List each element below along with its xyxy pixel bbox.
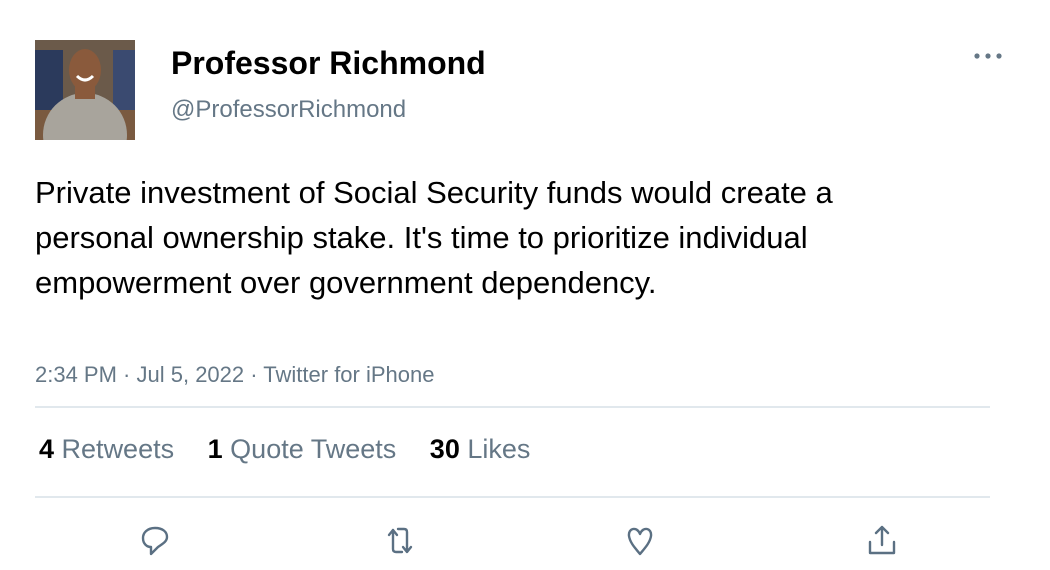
- quote-tweets-stat[interactable]: 1 Quote Tweets: [208, 434, 423, 464]
- separator: ·: [116, 362, 137, 387]
- stat-count: 30: [429, 434, 460, 464]
- stat-count: 4: [39, 434, 55, 464]
- tweet-stats: 4 Retweets 1 Quote Tweets 30 Likes: [39, 432, 556, 466]
- stat-count: 1: [207, 434, 223, 464]
- share-icon: [868, 525, 896, 555]
- reply-icon: [141, 526, 169, 556]
- likes-stat[interactable]: 30 Likes: [430, 434, 557, 464]
- stat-label: Likes: [467, 434, 531, 464]
- share-button[interactable]: [864, 522, 900, 558]
- tweet-time[interactable]: 2:34 PM: [35, 362, 117, 387]
- reply-button[interactable]: [137, 522, 173, 558]
- stat-label: Retweets: [61, 434, 175, 464]
- tweet-text: Private investment of Social Security fu…: [35, 175, 833, 300]
- tweet-source[interactable]: Twitter for iPhone: [263, 362, 434, 387]
- like-icon: [627, 527, 653, 556]
- tweet-meta: 2:34 PM · Jul 5, 2022 · Twitter for iPho…: [35, 362, 434, 388]
- stat-label: Quote Tweets: [230, 434, 397, 464]
- more-options-icon[interactable]: [972, 44, 1004, 64]
- divider: [35, 406, 990, 408]
- like-button[interactable]: [622, 522, 658, 558]
- retweet-icon: [387, 527, 413, 554]
- retweets-stat[interactable]: 4 Retweets: [39, 434, 200, 464]
- tweet-date[interactable]: Jul 5, 2022: [137, 362, 245, 387]
- retweet-button[interactable]: [382, 522, 418, 558]
- separator: ·: [244, 362, 264, 387]
- avatar[interactable]: [35, 40, 135, 140]
- author-handle[interactable]: @ProfessorRichmond: [171, 96, 406, 124]
- divider: [35, 496, 990, 498]
- author-name[interactable]: Professor Richmond: [171, 43, 486, 83]
